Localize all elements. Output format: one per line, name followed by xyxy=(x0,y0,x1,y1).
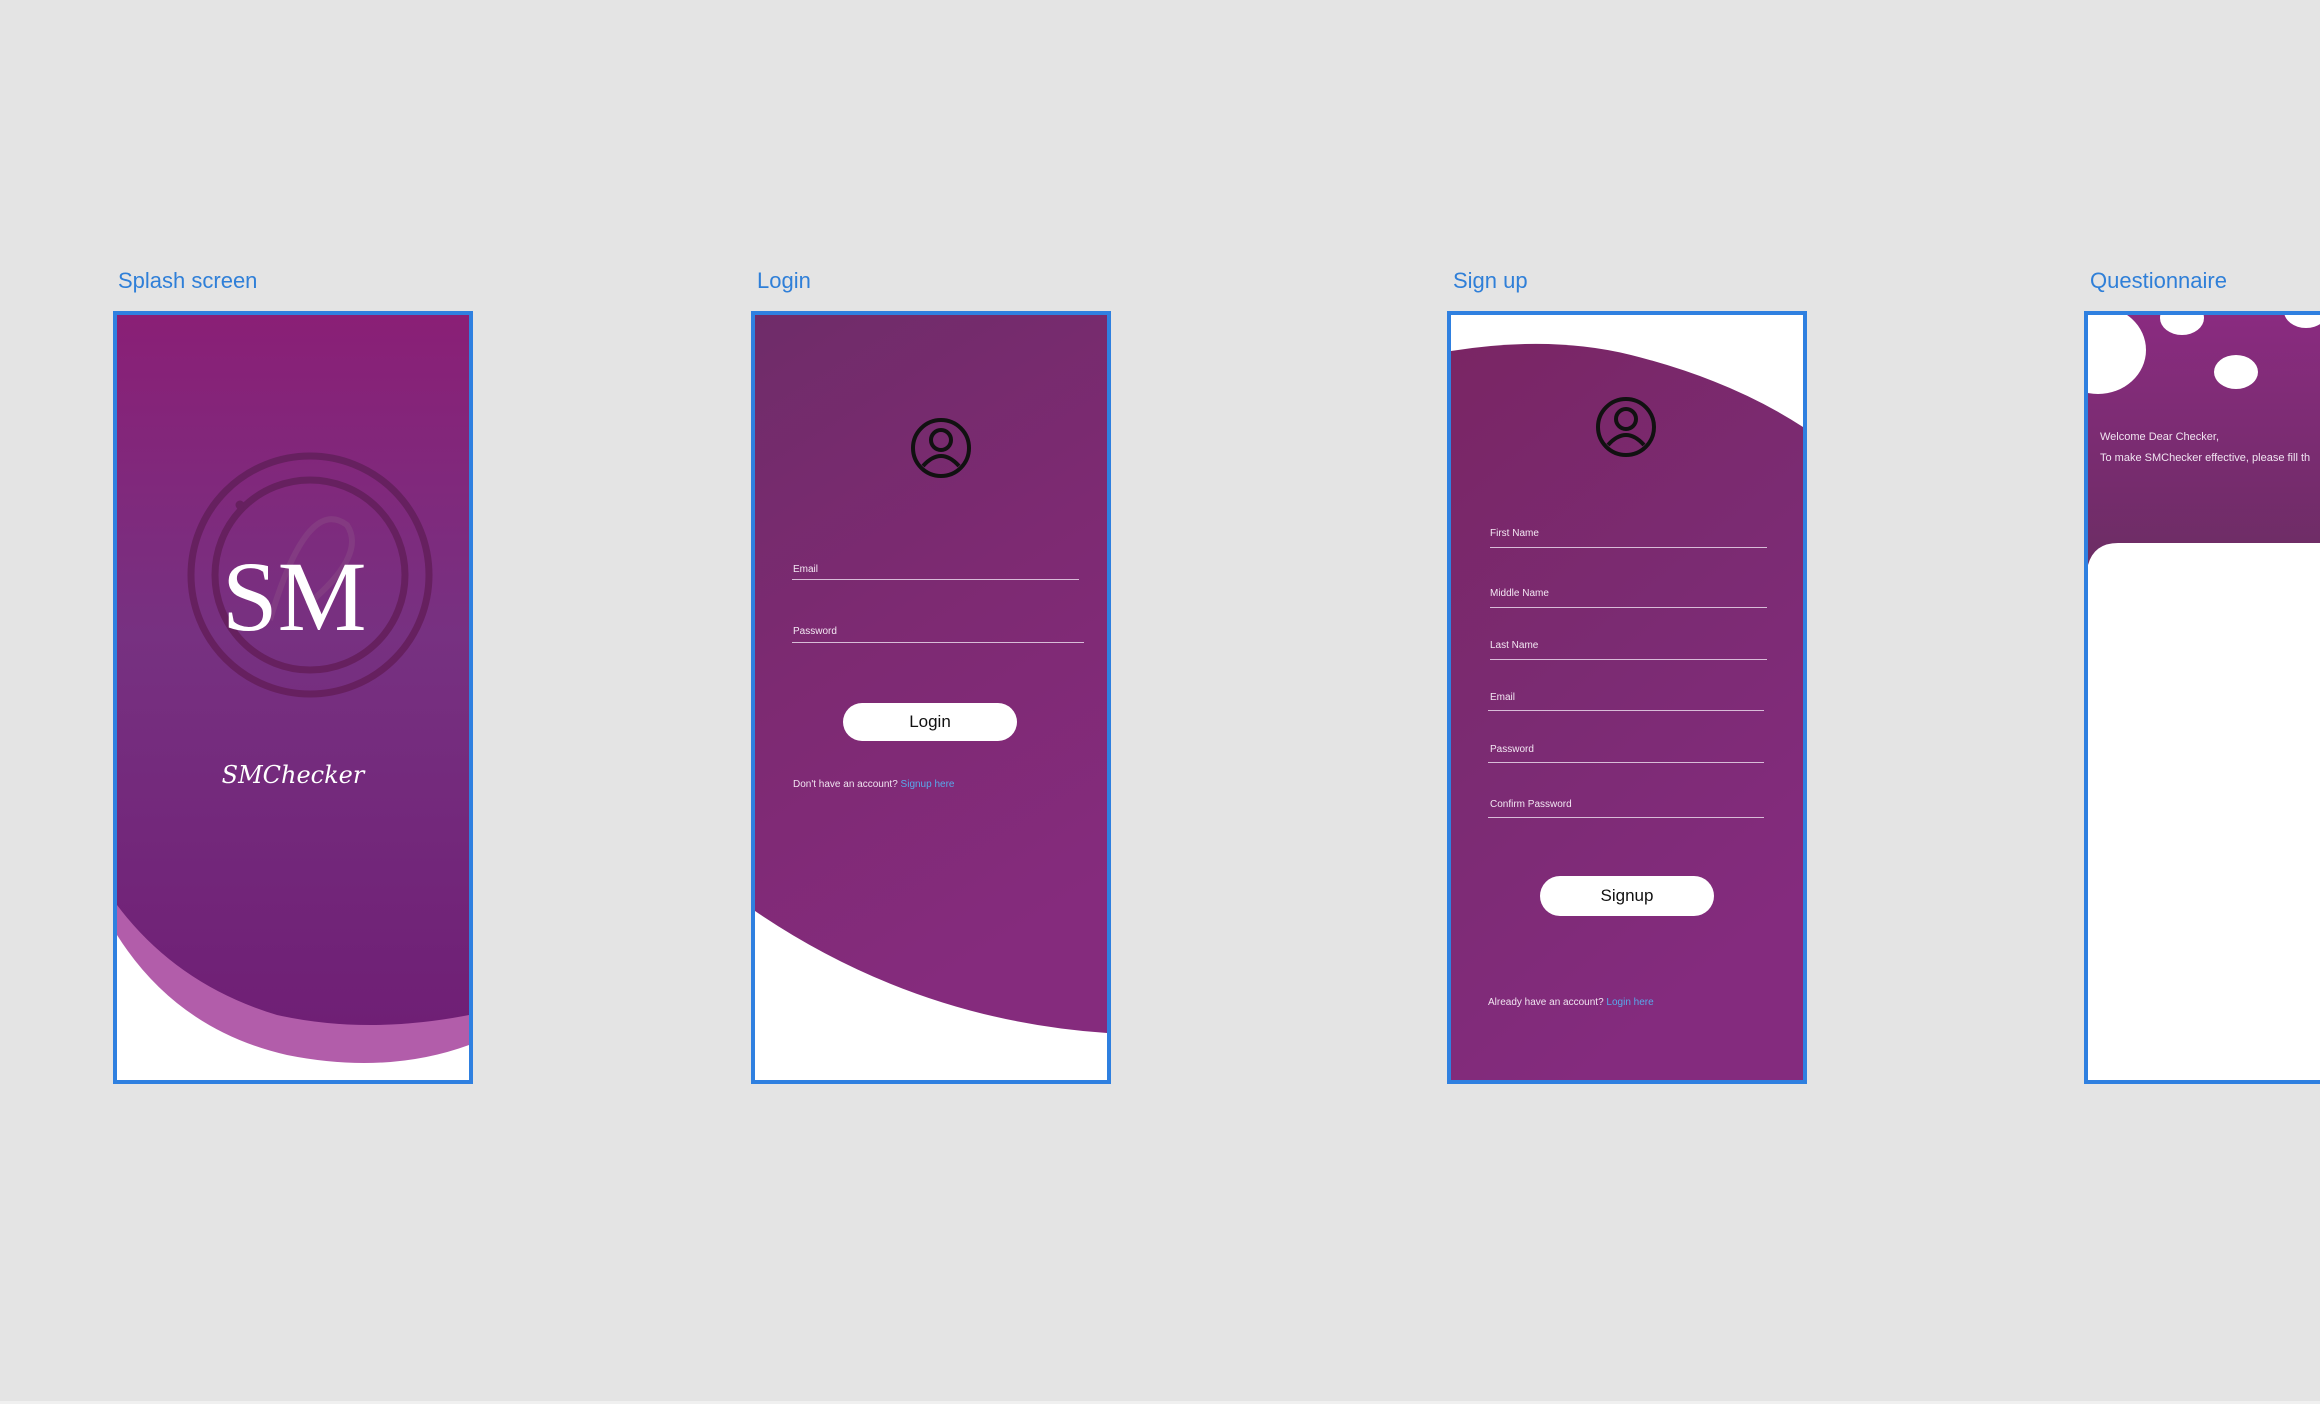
password-field[interactable] xyxy=(1488,762,1764,763)
first-name-label: First Name xyxy=(1490,528,1539,539)
password-label: Password xyxy=(1490,744,1534,755)
email-label: Email xyxy=(1490,692,1516,703)
board-title-questionnaire: Questionnaire xyxy=(2090,268,2227,293)
welcome-text: Welcome Dear Checker, xyxy=(2100,431,2220,443)
email-field[interactable] xyxy=(1488,710,1764,711)
signup-footer: Already have an account? Login here xyxy=(1488,997,1654,1008)
login-button[interactable]: Login xyxy=(843,703,1017,741)
board-title-login: Login xyxy=(757,268,811,293)
signup-footer-text: Already have an account? xyxy=(1488,997,1604,1008)
questionnaire-background xyxy=(2088,315,2320,1080)
questionnaire-frame[interactable]: Welcome Dear Checker, To make SMChecker … xyxy=(2084,311,2320,1084)
middle-name-field[interactable] xyxy=(1490,607,1767,608)
login-footer-text: Don't have an account? xyxy=(793,779,898,790)
intro-text: To make SMChecker effective, please fill… xyxy=(2100,452,2311,464)
confirm-password-field[interactable] xyxy=(1488,817,1764,818)
app-name: SMChecker xyxy=(221,761,365,789)
login-link[interactable]: Login here xyxy=(1606,997,1653,1008)
splash-background xyxy=(117,315,469,1080)
signup-link[interactable]: Signup here xyxy=(901,779,955,790)
middle-name-label: Middle Name xyxy=(1490,588,1549,599)
splash-screen-frame[interactable]: SM SMChecker xyxy=(113,311,473,1084)
email-label: Email xyxy=(793,564,819,575)
confirm-password-label: Confirm Password xyxy=(1490,799,1572,810)
password-field[interactable] xyxy=(792,642,1084,643)
board-title-signup: Sign up xyxy=(1453,268,1528,293)
signup-frame[interactable]: First Name Middle Name Last Name Email P… xyxy=(1447,311,1807,1084)
board-title-splash: Splash screen xyxy=(118,268,258,293)
last-name-label: Last Name xyxy=(1490,640,1539,651)
last-name-field[interactable] xyxy=(1490,659,1767,660)
login-frame[interactable]: Email Password Login Don't have an accou… xyxy=(751,311,1111,1084)
password-label: Password xyxy=(793,626,837,637)
sm-logo-text: SM xyxy=(222,541,367,652)
user-circle-icon xyxy=(911,418,971,478)
first-name-field[interactable] xyxy=(1490,547,1767,548)
user-circle-icon xyxy=(1596,397,1656,457)
signup-button[interactable]: Signup xyxy=(1540,876,1714,916)
email-field[interactable] xyxy=(792,579,1079,580)
login-footer: Don't have an account? Signup here xyxy=(793,779,954,790)
